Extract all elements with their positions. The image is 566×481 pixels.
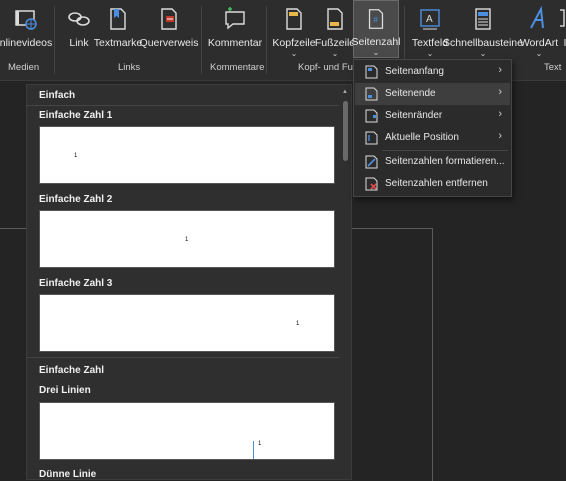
header-icon: [286, 8, 302, 30]
bookmark-button[interactable]: Textmarke: [93, 0, 143, 58]
page-margins-icon: [365, 109, 378, 123]
page-number-icon: #: [368, 9, 384, 29]
quick-parts-button[interactable]: Schnellbausteine ⌄: [443, 0, 523, 58]
page-number-preview: 1: [258, 441, 262, 447]
textbox-button[interactable]: A Textfeld ⌄: [410, 0, 450, 58]
group-label-links: Links: [118, 62, 141, 73]
divider: [27, 105, 339, 106]
gallery-item-title: Drei Linien: [39, 385, 91, 396]
gallery-item-title: Einfache Zahl 3: [39, 278, 113, 289]
page-number-label: Seitenzahl: [351, 36, 401, 48]
gallery-item-title: Dünne Linie: [39, 469, 97, 480]
online-videos-label: nlinevideos: [0, 37, 53, 49]
chevron-down-icon: ⌄: [479, 49, 487, 58]
menu-item-label: Seitenzahlen entfernen: [385, 178, 488, 189]
online-videos-button[interactable]: nlinevideos: [0, 0, 52, 58]
initial-icon: [560, 9, 565, 27]
header-label: Kopfzeile: [272, 37, 316, 49]
menu-item-label: Seitenzahlen formatieren...: [385, 156, 505, 167]
svg-text:#: #: [373, 15, 378, 25]
header-button[interactable]: Kopfzeile ⌄: [272, 0, 316, 58]
online-video-icon: [15, 10, 37, 30]
menu-item-format-page-numbers[interactable]: Seitenzahlen formatieren...: [355, 151, 510, 173]
comment-button[interactable]: Kommentar: [206, 0, 264, 58]
bookmark-icon: [110, 8, 126, 30]
footer-label: Fußzeile: [314, 37, 356, 49]
page-number-preview: 1: [185, 237, 189, 243]
submenu-arrow-icon: ›: [498, 86, 502, 98]
link-button[interactable]: Link: [62, 0, 96, 58]
divider: [27, 357, 339, 358]
gallery-item-plain-number-3[interactable]: 1: [39, 294, 335, 352]
footer-icon: [327, 8, 343, 30]
chevron-down-icon: ⌄: [290, 49, 298, 58]
comment-icon: [225, 7, 245, 30]
bookmark-label: Textmarke: [93, 37, 143, 49]
link-label: Link: [69, 37, 89, 49]
gallery-item-plain-number-2[interactable]: 1: [39, 210, 335, 268]
format-page-numbers-icon: [365, 155, 378, 169]
group-label-header-footer: Kopf- und Fuß: [298, 62, 359, 73]
remove-page-numbers-icon: [365, 177, 378, 191]
scrollbar-thumb[interactable]: [343, 101, 348, 161]
group-divider: [54, 6, 55, 74]
quick-parts-icon: [475, 8, 491, 30]
cross-reference-label: Querverweis: [139, 37, 199, 49]
chevron-down-icon: ⌄: [372, 48, 380, 57]
current-position-icon: [365, 131, 378, 145]
link-icon: [68, 12, 90, 26]
page-number-button[interactable]: # Seitenzahl ⌄: [351, 0, 401, 58]
gallery-section-header: Einfach: [39, 90, 76, 101]
page-number-preview: 1: [74, 153, 78, 159]
scroll-up-icon[interactable]: ▲: [342, 89, 348, 95]
page-number-gallery: Einfach Einfache Zahl 1 1 Einfache Zahl …: [26, 84, 352, 480]
page-top-icon: [365, 65, 378, 79]
wordart-button[interactable]: WordArt ⌄: [518, 0, 560, 58]
svg-text:A: A: [426, 14, 433, 25]
page-number-menu: Seitenanfang › Seitenende › Seitenränder…: [353, 59, 512, 197]
group-divider: [266, 6, 267, 74]
group-label-medien: Medien: [8, 62, 40, 73]
gallery-scrollbar[interactable]: ▲: [341, 89, 350, 477]
chevron-down-icon: ⌄: [426, 49, 434, 58]
menu-item-page-margins[interactable]: Seitenränder ›: [355, 105, 510, 127]
gallery-item-title: Einfache Zahl 2: [39, 194, 113, 205]
gallery-item-plain-number-1[interactable]: 1: [39, 126, 335, 184]
menu-item-label: Aktuelle Position: [385, 132, 459, 143]
gallery-item-three-lines[interactable]: 1: [39, 402, 335, 460]
menu-item-remove-page-numbers[interactable]: Seitenzahlen entfernen: [355, 173, 510, 195]
initial-button[interactable]: I: [560, 0, 566, 58]
page-bottom-icon: [365, 87, 378, 101]
footer-button[interactable]: Fußzeile ⌄: [314, 0, 356, 58]
menu-item-bottom-of-page[interactable]: Seitenende ›: [355, 83, 510, 105]
menu-item-label: Seitenende: [385, 88, 436, 99]
chevron-down-icon: ⌄: [535, 49, 543, 58]
group-divider: [201, 6, 202, 74]
menu-item-current-position[interactable]: Aktuelle Position ›: [355, 127, 510, 149]
quick-parts-label: Schnellbausteine: [443, 37, 523, 49]
menu-item-label: Seitenanfang: [385, 66, 444, 77]
textbox-icon: A: [420, 9, 440, 30]
menu-item-label: Seitenränder: [385, 110, 443, 121]
gallery-item-title: Einfache Zahl 1: [39, 110, 113, 121]
gallery-section-header: Einfache Zahl: [39, 365, 105, 376]
submenu-arrow-icon: ›: [498, 64, 502, 76]
accent-line: [253, 441, 254, 459]
submenu-arrow-icon: ›: [498, 130, 502, 142]
menu-item-top-of-page[interactable]: Seitenanfang ›: [355, 61, 510, 83]
wordart-icon: [530, 6, 544, 29]
submenu-arrow-icon: ›: [498, 108, 502, 120]
wordart-label: WordArt: [519, 37, 559, 49]
comment-label: Kommentar: [207, 37, 263, 49]
chevron-down-icon: ⌄: [331, 49, 339, 58]
page-number-preview: 1: [296, 321, 300, 327]
group-label-kommentare: Kommentare: [210, 62, 265, 73]
cross-reference-button[interactable]: Querverweis: [139, 0, 199, 58]
cross-reference-icon: [161, 8, 177, 30]
group-label-text: Text: [544, 62, 562, 73]
